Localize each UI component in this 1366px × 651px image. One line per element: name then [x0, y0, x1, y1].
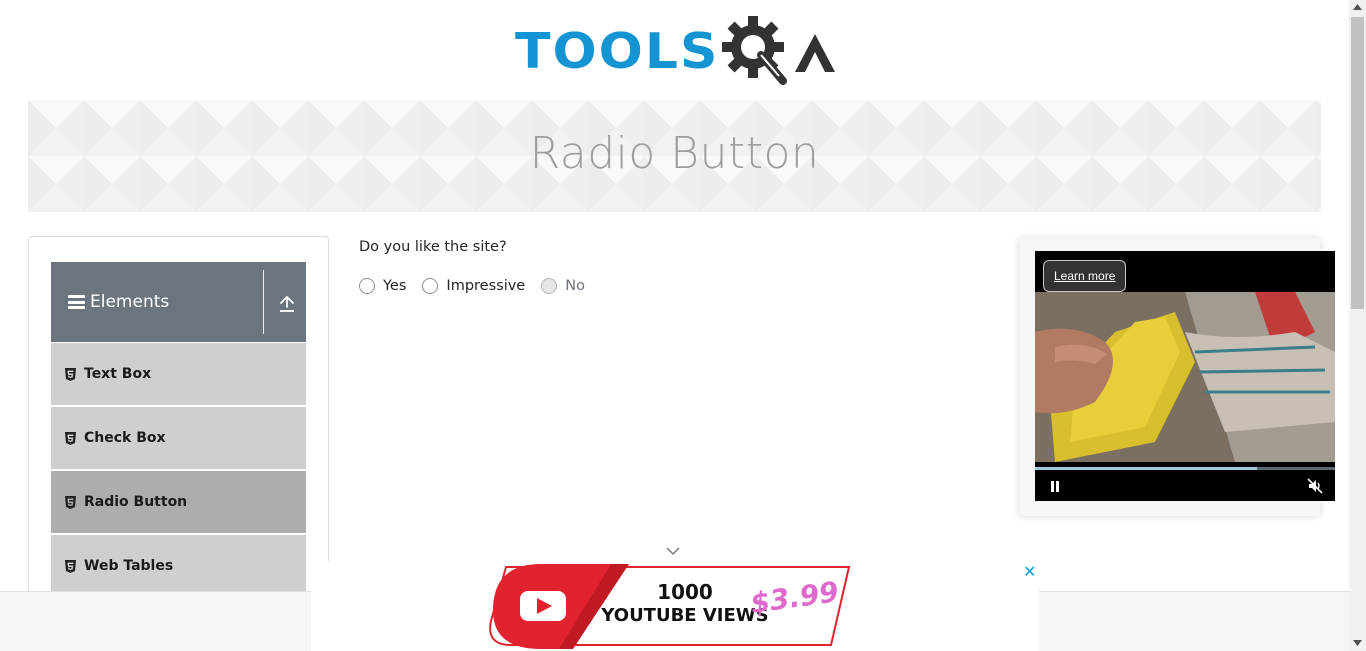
scroll-up-arrow-icon[interactable] — [1353, 4, 1362, 10]
header-divider — [263, 270, 264, 334]
radio-label-impressive[interactable]: Impressive — [446, 278, 525, 294]
page-scrollbar[interactable] — [1349, 0, 1366, 651]
sidebar-item-text-box[interactable]: Text Box — [51, 343, 306, 405]
video-ad-card: Learn more — [1020, 238, 1335, 516]
pause-icon[interactable] — [1050, 481, 1060, 492]
learn-more-button[interactable]: Learn more — [1043, 260, 1127, 292]
html5-icon — [65, 495, 76, 509]
hamburger-icon — [68, 295, 85, 309]
logo-gear-icon — [722, 16, 788, 85]
radio-group: Yes Impressive No — [359, 278, 601, 294]
video-frame — [1035, 292, 1335, 462]
logo-text: TOOLS — [515, 23, 720, 81]
sidebar-panel: Elements Text Box Check Box Radio Button… — [28, 236, 329, 651]
sidebar-item-label: Text Box — [84, 366, 152, 382]
sidebar-group-elements[interactable]: Elements — [51, 262, 306, 342]
radio-option-no: No — [541, 278, 585, 294]
html5-icon — [65, 431, 76, 445]
ad-views-label: YOUTUBE VIEWS — [600, 605, 768, 626]
site-logo[interactable]: TOOLS — [515, 14, 839, 90]
scroll-thumb[interactable] — [1351, 17, 1364, 309]
sidebar-item-label: Radio Button — [84, 494, 188, 510]
radio-yes[interactable] — [359, 278, 375, 294]
page-title: Radio Button — [529, 128, 820, 179]
radio-option-impressive[interactable]: Impressive — [422, 278, 525, 294]
sidebar-item-label: Check Box — [84, 430, 166, 446]
question-text: Do you like the site? — [359, 239, 507, 255]
sidebar-item-radio-button[interactable]: Radio Button — [51, 471, 306, 533]
page: TOOLS Radio Button Elements Text Box Che… — [0, 0, 1366, 651]
scroll-down-arrow-icon[interactable] — [1353, 640, 1362, 646]
sidebar-item-web-tables[interactable]: Web Tables — [51, 535, 306, 597]
sidebar-item-label: Web Tables — [84, 558, 174, 574]
upload-arrow-icon[interactable] — [279, 295, 295, 313]
logo-letter-a-icon — [795, 34, 836, 72]
sidebar-menu: Text Box Check Box Radio Button Web Tabl… — [51, 343, 306, 599]
youtube-views-ad: 1000 YOUTUBE VIEWS $3.99 — [489, 564, 851, 649]
ad-close-icon[interactable]: ✕ — [1023, 562, 1036, 581]
muted-speaker-icon[interactable] — [1307, 478, 1323, 494]
radio-impressive[interactable] — [422, 278, 439, 294]
html5-icon — [65, 367, 76, 381]
chevron-down-icon[interactable] — [664, 545, 682, 557]
ad-views-count: 1000 — [657, 580, 713, 604]
page-banner: Radio Button — [28, 100, 1321, 212]
sidebar-group-label: Elements — [90, 292, 170, 312]
sidebar-item-check-box[interactable]: Check Box — [51, 407, 306, 469]
video-progress-bar[interactable] — [1035, 467, 1335, 470]
bottom-ad-banner[interactable]: 1000 YOUTUBE VIEWS $3.99 — [311, 561, 1039, 651]
radio-option-yes[interactable]: Yes — [359, 278, 406, 294]
radio-no — [541, 278, 558, 294]
html5-icon — [65, 559, 76, 573]
video-progress-fill — [1035, 467, 1257, 470]
video-player[interactable]: Learn more — [1035, 251, 1335, 501]
radio-label-no: No — [565, 278, 585, 294]
radio-label-yes[interactable]: Yes — [383, 278, 406, 294]
